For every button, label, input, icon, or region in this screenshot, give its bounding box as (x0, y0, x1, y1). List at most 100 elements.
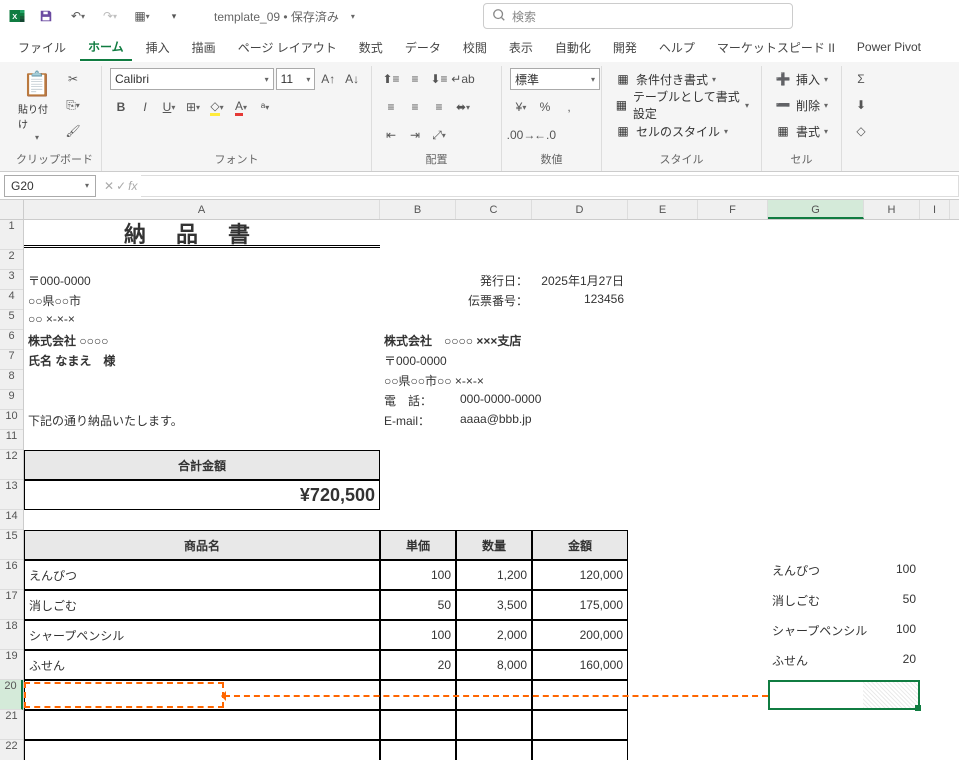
r6-qty[interactable] (456, 710, 532, 740)
lk4-price[interactable]: 20 (864, 650, 920, 668)
indent-inc[interactable]: ⇥ (404, 124, 426, 146)
percent[interactable]: % (534, 96, 556, 118)
r3-qty[interactable]: 2,000 (456, 620, 532, 650)
tab-insert[interactable]: 挿入 (138, 35, 178, 60)
spreadsheet-grid[interactable]: A B C D E F G H I 1 2 3 4 5 6 7 8 9 10 1… (0, 200, 959, 760)
row-13[interactable]: 13 (0, 480, 23, 510)
row-2[interactable]: 2 (0, 250, 23, 270)
th-amt[interactable]: 金額 (532, 530, 628, 560)
tab-ms2[interactable]: マーケットスピード II (709, 35, 843, 60)
autosum[interactable]: Σ (850, 68, 872, 90)
row-16[interactable]: 16 (0, 560, 23, 590)
dec-decimal[interactable]: ←.0 (534, 124, 556, 146)
lk2-price[interactable]: 50 (864, 590, 920, 608)
align-middle[interactable]: ≡ (404, 68, 426, 90)
r2-name[interactable]: 消しごむ (24, 590, 380, 620)
sender-company[interactable]: 株式会社 ○○○○ ×××支店 (380, 330, 525, 351)
bold-button[interactable]: B (110, 96, 132, 118)
doc-title[interactable]: 納品書 (24, 220, 380, 248)
inc-decimal[interactable]: .00→ (510, 124, 532, 146)
paste-button[interactable]: 📋 貼り付け ▾ (16, 68, 58, 144)
tab-layout[interactable]: ページ レイアウト (230, 35, 345, 60)
row-1[interactable]: 1 (0, 220, 23, 250)
enter-icon[interactable]: ✓ (116, 179, 126, 193)
col-B[interactable]: B (380, 200, 456, 219)
cell-area[interactable]: 納品書 〒000-0000 ○○県○○市 ○○ ×-×-× 株式会社 ○○○○ … (24, 220, 959, 760)
row-18[interactable]: 18 (0, 620, 23, 650)
qat-more[interactable]: ▦▾ (130, 4, 154, 28)
email-label[interactable]: E-mail： (380, 410, 434, 431)
name-box[interactable]: G20▾ (4, 175, 96, 197)
table-format[interactable]: ▦テーブルとして書式設定▾ (610, 94, 753, 116)
col-H[interactable]: H (864, 200, 920, 219)
underline-button[interactable]: U▾ (158, 96, 180, 118)
select-all-corner[interactable] (0, 200, 24, 219)
cut-button[interactable]: ✂ (62, 68, 84, 90)
r4-amt[interactable]: 160,000 (532, 650, 628, 680)
row-15[interactable]: 15 (0, 530, 23, 560)
note[interactable]: 下記の通り納品いたします。 (24, 410, 187, 431)
r6-name[interactable] (24, 710, 380, 740)
issue-label[interactable]: 発行日： (456, 270, 532, 291)
recipient-addr[interactable]: ○○ ×-×-× (24, 310, 79, 328)
currency[interactable]: ¥▾ (510, 96, 532, 118)
tab-view[interactable]: 表示 (501, 35, 541, 60)
search-box[interactable]: 検索 (483, 3, 793, 29)
recipient-company[interactable]: 株式会社 ○○○○ (24, 330, 112, 351)
th-name[interactable]: 商品名 (24, 530, 380, 560)
r1-qty[interactable]: 1,200 (456, 560, 532, 590)
row-11[interactable]: 11 (0, 430, 23, 450)
row-5[interactable]: 5 (0, 310, 23, 330)
row-12[interactable]: 12 (0, 450, 23, 480)
tab-data[interactable]: データ (397, 35, 449, 60)
r7-qty[interactable] (456, 740, 532, 760)
col-E[interactable]: E (628, 200, 698, 219)
row-17[interactable]: 17 (0, 590, 23, 620)
email-value[interactable]: aaaa@bbb.jp (456, 410, 536, 428)
row-10[interactable]: 10 (0, 410, 23, 430)
tab-dev[interactable]: 開発 (605, 35, 645, 60)
slip-no[interactable]: 123456 (532, 290, 628, 308)
tab-draw[interactable]: 描画 (184, 35, 224, 60)
lk2-name[interactable]: 消しごむ (768, 590, 824, 611)
tab-file[interactable]: ファイル (10, 35, 74, 60)
orientation[interactable]: ⤢▾ (428, 124, 450, 146)
row-19[interactable]: 19 (0, 650, 23, 680)
sender-zip[interactable]: 〒000-0000 (380, 350, 451, 371)
insert-cells[interactable]: ➕挿入▾ (770, 68, 833, 90)
r4-price[interactable]: 20 (380, 650, 456, 680)
font-color[interactable]: A▾ (230, 96, 252, 118)
r4-qty[interactable]: 8,000 (456, 650, 532, 680)
col-I[interactable]: I (920, 200, 950, 219)
fill[interactable]: ⬇ (850, 94, 872, 116)
merge[interactable]: ⬌▾ (452, 96, 474, 118)
border-button[interactable]: ⊞▾ (182, 96, 204, 118)
tel-value[interactable]: 000-0000-0000 (456, 390, 545, 408)
align-bottom[interactable]: ⬇≡ (428, 68, 450, 90)
col-G[interactable]: G (768, 200, 864, 219)
row-14[interactable]: 14 (0, 510, 23, 530)
clear[interactable]: ◇ (850, 120, 872, 142)
qat-overflow[interactable]: ▾ (162, 4, 186, 28)
cell-styles[interactable]: ▦セルのスタイル▾ (610, 120, 753, 142)
r6-amt[interactable] (532, 710, 628, 740)
tab-automate[interactable]: 自動化 (547, 35, 599, 60)
align-top[interactable]: ⬆≡ (380, 68, 402, 90)
redo-button[interactable]: ↷▾ (98, 4, 122, 28)
tab-help[interactable]: ヘルプ (651, 35, 703, 60)
tab-formula[interactable]: 数式 (351, 35, 391, 60)
formula-input[interactable] (141, 175, 959, 197)
row-7[interactable]: 7 (0, 350, 23, 370)
r7-name[interactable] (24, 740, 380, 760)
r4-name[interactable]: ふせん (24, 650, 380, 680)
tel-label[interactable]: 電 話： (380, 390, 436, 411)
fill-handle[interactable] (915, 705, 921, 711)
r7-amt[interactable] (532, 740, 628, 760)
row-20[interactable]: 20 (0, 680, 23, 710)
decrease-font[interactable]: A↓ (341, 68, 363, 90)
fill-color[interactable]: ◇▾ (206, 96, 228, 118)
total-value[interactable]: ¥720,500 (24, 480, 380, 510)
row-22[interactable]: 22 (0, 740, 23, 760)
copy-button[interactable]: ⎘▾ (62, 94, 84, 116)
phonetic[interactable]: ᵃ▾ (254, 96, 276, 118)
